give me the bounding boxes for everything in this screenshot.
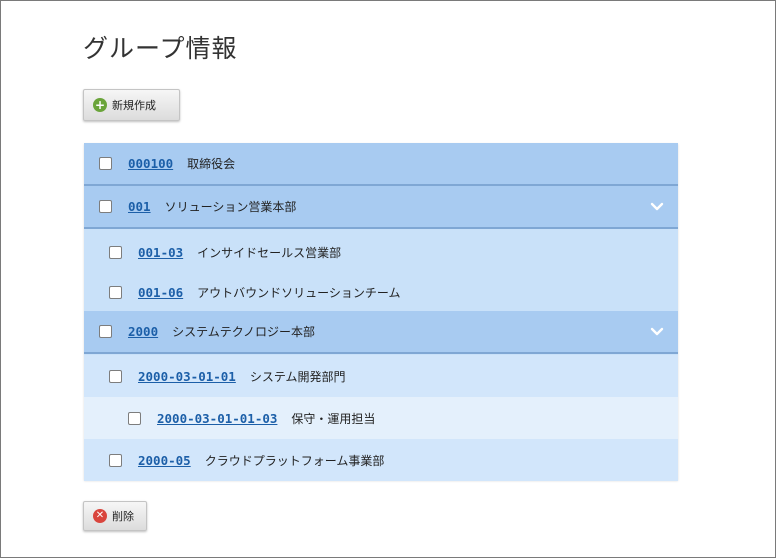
row-checkbox[interactable] [109,369,122,383]
row-checkbox[interactable] [99,325,112,338]
group-name: アウトバウンドソリューションチーム [197,285,401,300]
group-code-link[interactable]: 000100 [128,156,173,171]
group-name: 保守・運用担当 [291,411,376,426]
group-name: インサイドセールス営業部 [197,245,342,260]
tree-row: 2000 システムテクノロジー本部 [84,311,678,354]
page-frame: グループ情報 + 新規作成 000100 取締役会 001 ソリューション営業本… [0,0,776,558]
tree-row: 001-06 アウトバウンドソリューションチーム [84,271,678,313]
delete-label: 削除 [112,510,134,523]
new-group-label: 新規作成 [112,99,156,112]
chevron-down-icon[interactable] [650,324,664,338]
group-code-link[interactable]: 2000-03-01-01-03 [157,411,277,426]
delete-button[interactable]: ✕ 削除 [83,501,147,531]
tree-row: 2000-03-01-01-03 保守・運用担当 [84,397,678,439]
group-name: システム開発部門 [249,369,346,384]
row-checkbox[interactable] [99,157,112,170]
tree-row: 001 ソリューション営業本部 [84,186,678,229]
group-tree: 000100 取締役会 001 ソリューション営業本部 001-03 インサイド… [84,143,678,481]
x-circle-icon: ✕ [93,509,107,523]
chevron-down-icon[interactable] [650,199,664,213]
row-checkbox[interactable] [109,245,122,259]
page-title: グループ情報 [83,34,238,63]
plus-circle-icon: + [93,98,107,112]
row-checkbox[interactable] [109,453,122,467]
group-code-link[interactable]: 001-03 [138,245,183,260]
tree-row: 001-03 インサイドセールス営業部 [84,231,678,273]
tree-row: 000100 取締役会 [84,143,678,186]
group-code-link[interactable]: 2000-05 [138,453,191,468]
group-name: 取締役会 [187,157,236,171]
group-code-link[interactable]: 001-06 [138,285,183,300]
group-code-link[interactable]: 2000-03-01-01 [138,369,236,384]
group-code-link[interactable]: 2000 [128,324,158,339]
tree-row: 2000-03-01-01 システム開発部門 [84,355,678,397]
row-checkbox[interactable] [128,411,141,425]
tree-row: 2000-05 クラウドプラットフォーム事業部 [84,439,678,481]
row-checkbox[interactable] [99,200,112,213]
group-name: ソリューション営業本部 [164,200,297,214]
group-code-link[interactable]: 001 [128,199,151,214]
new-group-button[interactable]: + 新規作成 [83,89,180,121]
group-name: クラウドプラットフォーム事業部 [204,453,385,468]
row-checkbox[interactable] [109,285,122,299]
group-name: システムテクノロジー本部 [172,325,316,339]
